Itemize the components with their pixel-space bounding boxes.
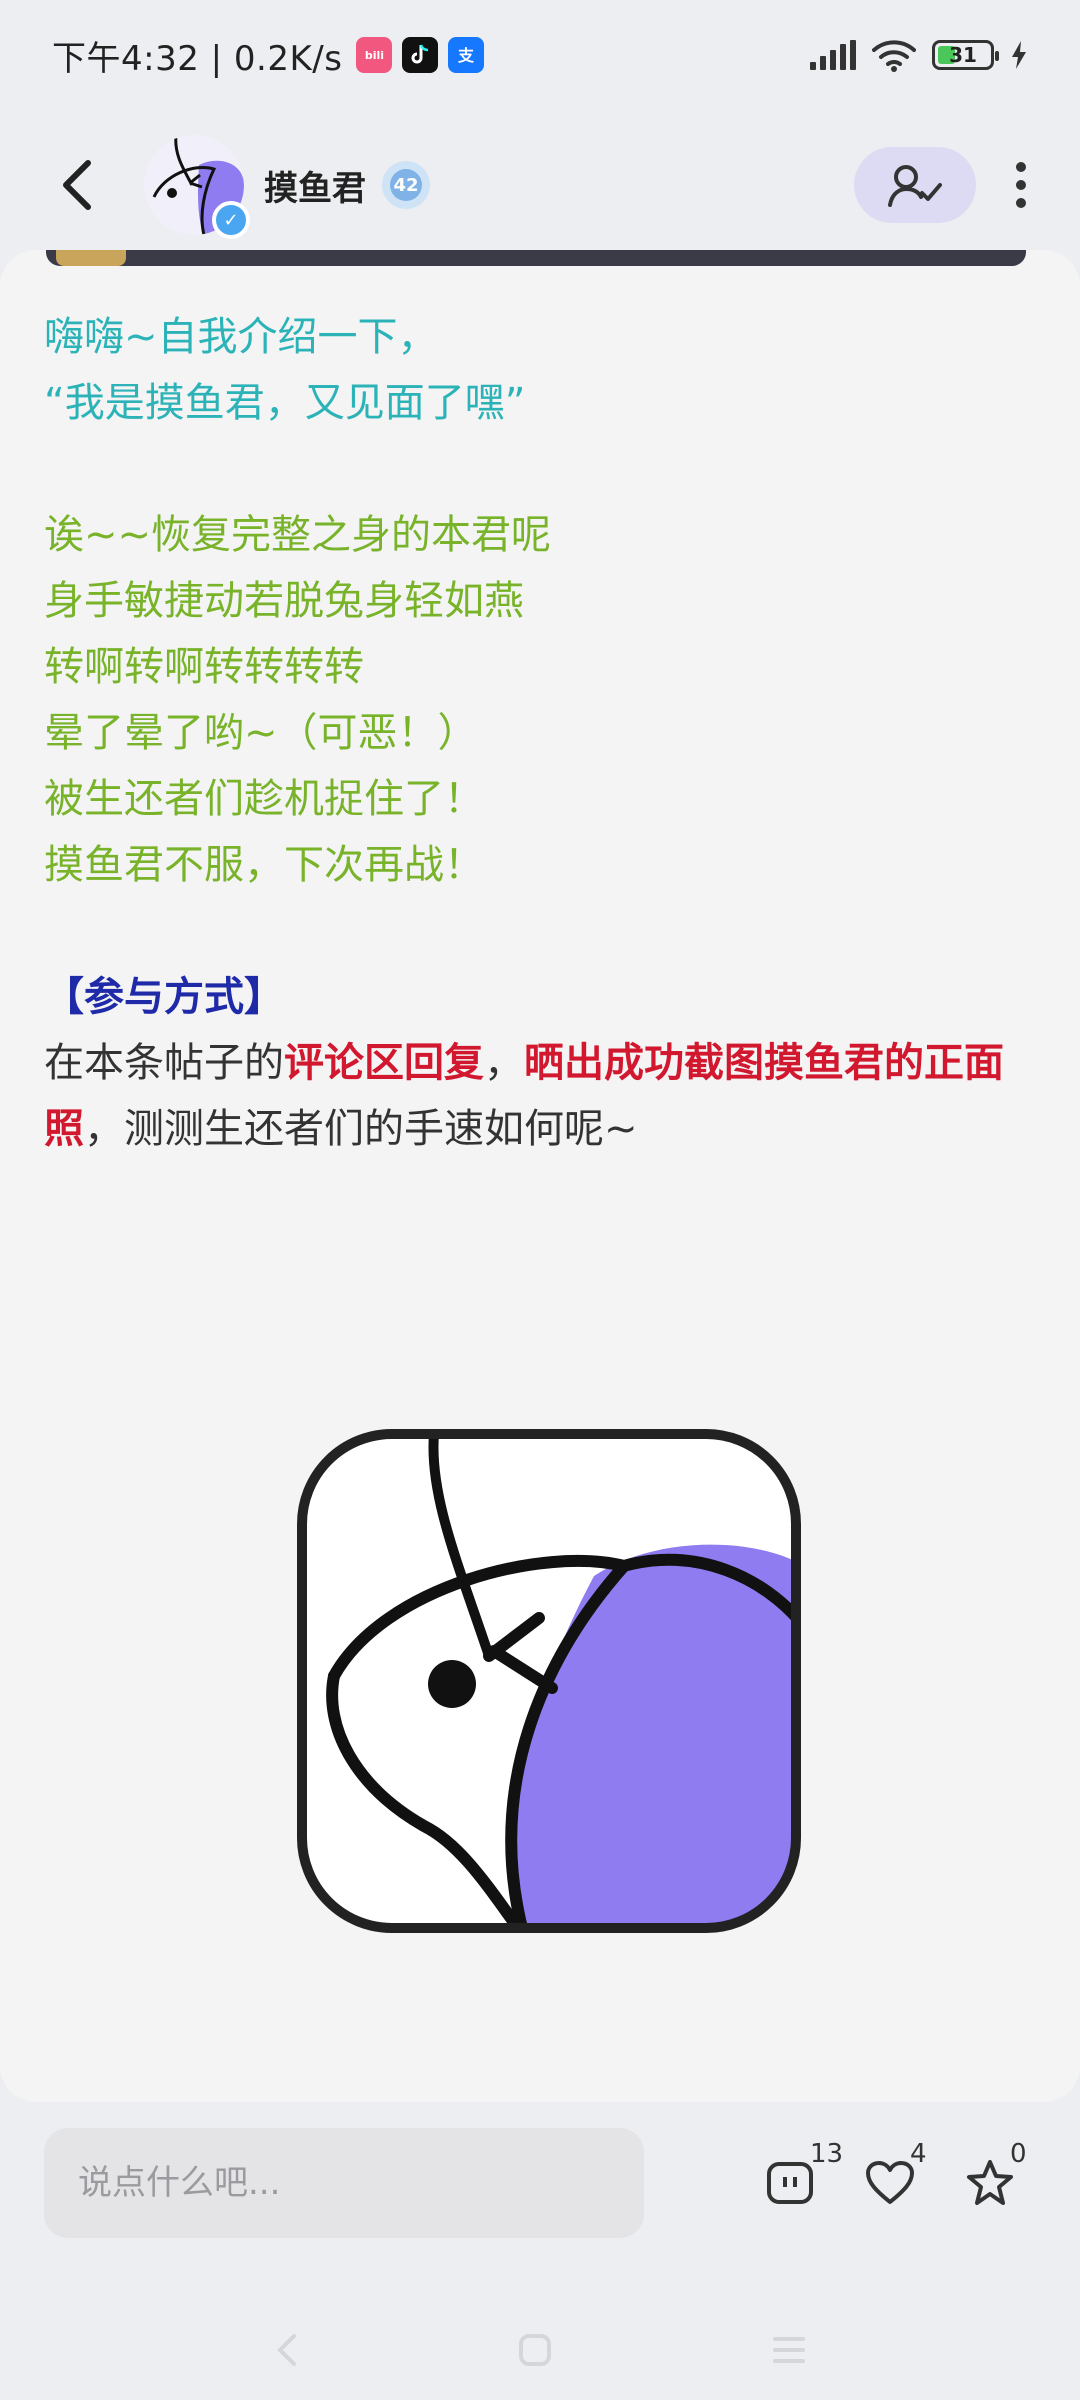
- comment-input[interactable]: [44, 2128, 644, 2238]
- comment-icon: [767, 2162, 813, 2204]
- favorite-count: 0: [1010, 2139, 1027, 2169]
- nav-menu-icon[interactable]: [772, 2335, 806, 2365]
- verified-badge-icon: ✓: [212, 201, 250, 239]
- section-title: 【参与方式】: [44, 974, 284, 1020]
- bilibili-icon: bili: [356, 37, 393, 73]
- battery-level: 31: [949, 43, 977, 67]
- banner-image-edge: [46, 250, 1026, 266]
- favorite-button[interactable]: 0: [964, 2139, 1027, 2209]
- like-count: 4: [910, 2139, 927, 2169]
- post-line: 转啊转啊转转转转: [44, 644, 364, 690]
- post-line: “我是摸鱼君，又见面了嘿”: [44, 380, 526, 426]
- nav-back-icon[interactable]: [274, 2332, 298, 2368]
- system-nav-bar: [0, 2300, 1080, 2400]
- fish-app-icon-image[interactable]: [294, 1426, 804, 1936]
- dot-icon: [1016, 162, 1026, 172]
- comment-count: 13: [810, 2139, 844, 2169]
- post-line: 摸鱼君不服，下次再战！: [44, 842, 484, 888]
- rule-text: 在本条帖子的: [44, 1040, 284, 1086]
- post-line: 嗨嗨~自我介绍一下，: [44, 314, 438, 360]
- charging-icon: [1012, 41, 1026, 69]
- dot-icon: [1016, 198, 1026, 208]
- rule-text: ，: [484, 1040, 524, 1086]
- dot-icon: [1016, 180, 1026, 190]
- battery-icon: 31: [932, 40, 999, 70]
- user-check-icon: [888, 165, 942, 207]
- comment-button[interactable]: 13: [764, 2139, 843, 2209]
- heart-icon: [866, 2161, 914, 2204]
- more-options-button[interactable]: [1006, 155, 1036, 215]
- star-icon: [967, 2160, 1013, 2205]
- status-indicators: 31: [810, 38, 1028, 72]
- post-header: ✓ 摸鱼君 42: [0, 120, 1080, 250]
- back-button[interactable]: [58, 155, 106, 215]
- post-line: 晕了晕了哟~（可恶！）: [44, 710, 478, 756]
- svg-text:支: 支: [457, 46, 475, 65]
- post-actions: 13 4 0: [764, 2139, 1027, 2209]
- rule-highlight: 评论区回复: [284, 1040, 484, 1086]
- participation-rule: 在本条帖子的评论区回复，晒出成功截图摸鱼君的正面照，测测生还者们的手速如何呢~: [44, 1030, 1044, 1162]
- rule-text: ，测测生还者们的手速如何呢~: [84, 1106, 638, 1152]
- level-badge: 42: [380, 159, 432, 211]
- signal-icon: [810, 40, 856, 70]
- like-button[interactable]: 4: [864, 2139, 927, 2209]
- bottom-action-bar: 13 4 0: [0, 2108, 1080, 2258]
- alipay-icon: 支: [448, 37, 485, 73]
- post-line: 诶~~恢复完整之身的本君呢: [44, 512, 552, 558]
- followed-button[interactable]: [854, 147, 976, 223]
- avatar[interactable]: ✓: [144, 135, 250, 239]
- nav-home-icon[interactable]: [518, 2333, 552, 2367]
- post-content-card: 嗨嗨~自我介绍一下， “我是摸鱼君，又见面了嘿” 诶~~恢复完整之身的本君呢 身…: [0, 250, 1080, 2102]
- post-line: 身手敏捷动若脱兔身轻如燕: [44, 578, 524, 624]
- chevron-left-icon: [63, 160, 91, 210]
- status-bar: 下午4:32 | 0.2K/s bili 支 31: [0, 0, 1080, 110]
- status-time: 下午4:32 | 0.2K/s: [52, 38, 343, 79]
- tiktok-icon: [402, 37, 439, 73]
- level-number: 42: [393, 174, 419, 196]
- wifi-icon: [872, 40, 916, 72]
- username[interactable]: 摸鱼君: [264, 161, 366, 210]
- post-line: 被生还者们趁机捉住了！: [44, 776, 484, 822]
- post-body: 嗨嗨~自我介绍一下， “我是摸鱼君，又见面了嘿” 诶~~恢复完整之身的本君呢 身…: [44, 304, 1044, 1162]
